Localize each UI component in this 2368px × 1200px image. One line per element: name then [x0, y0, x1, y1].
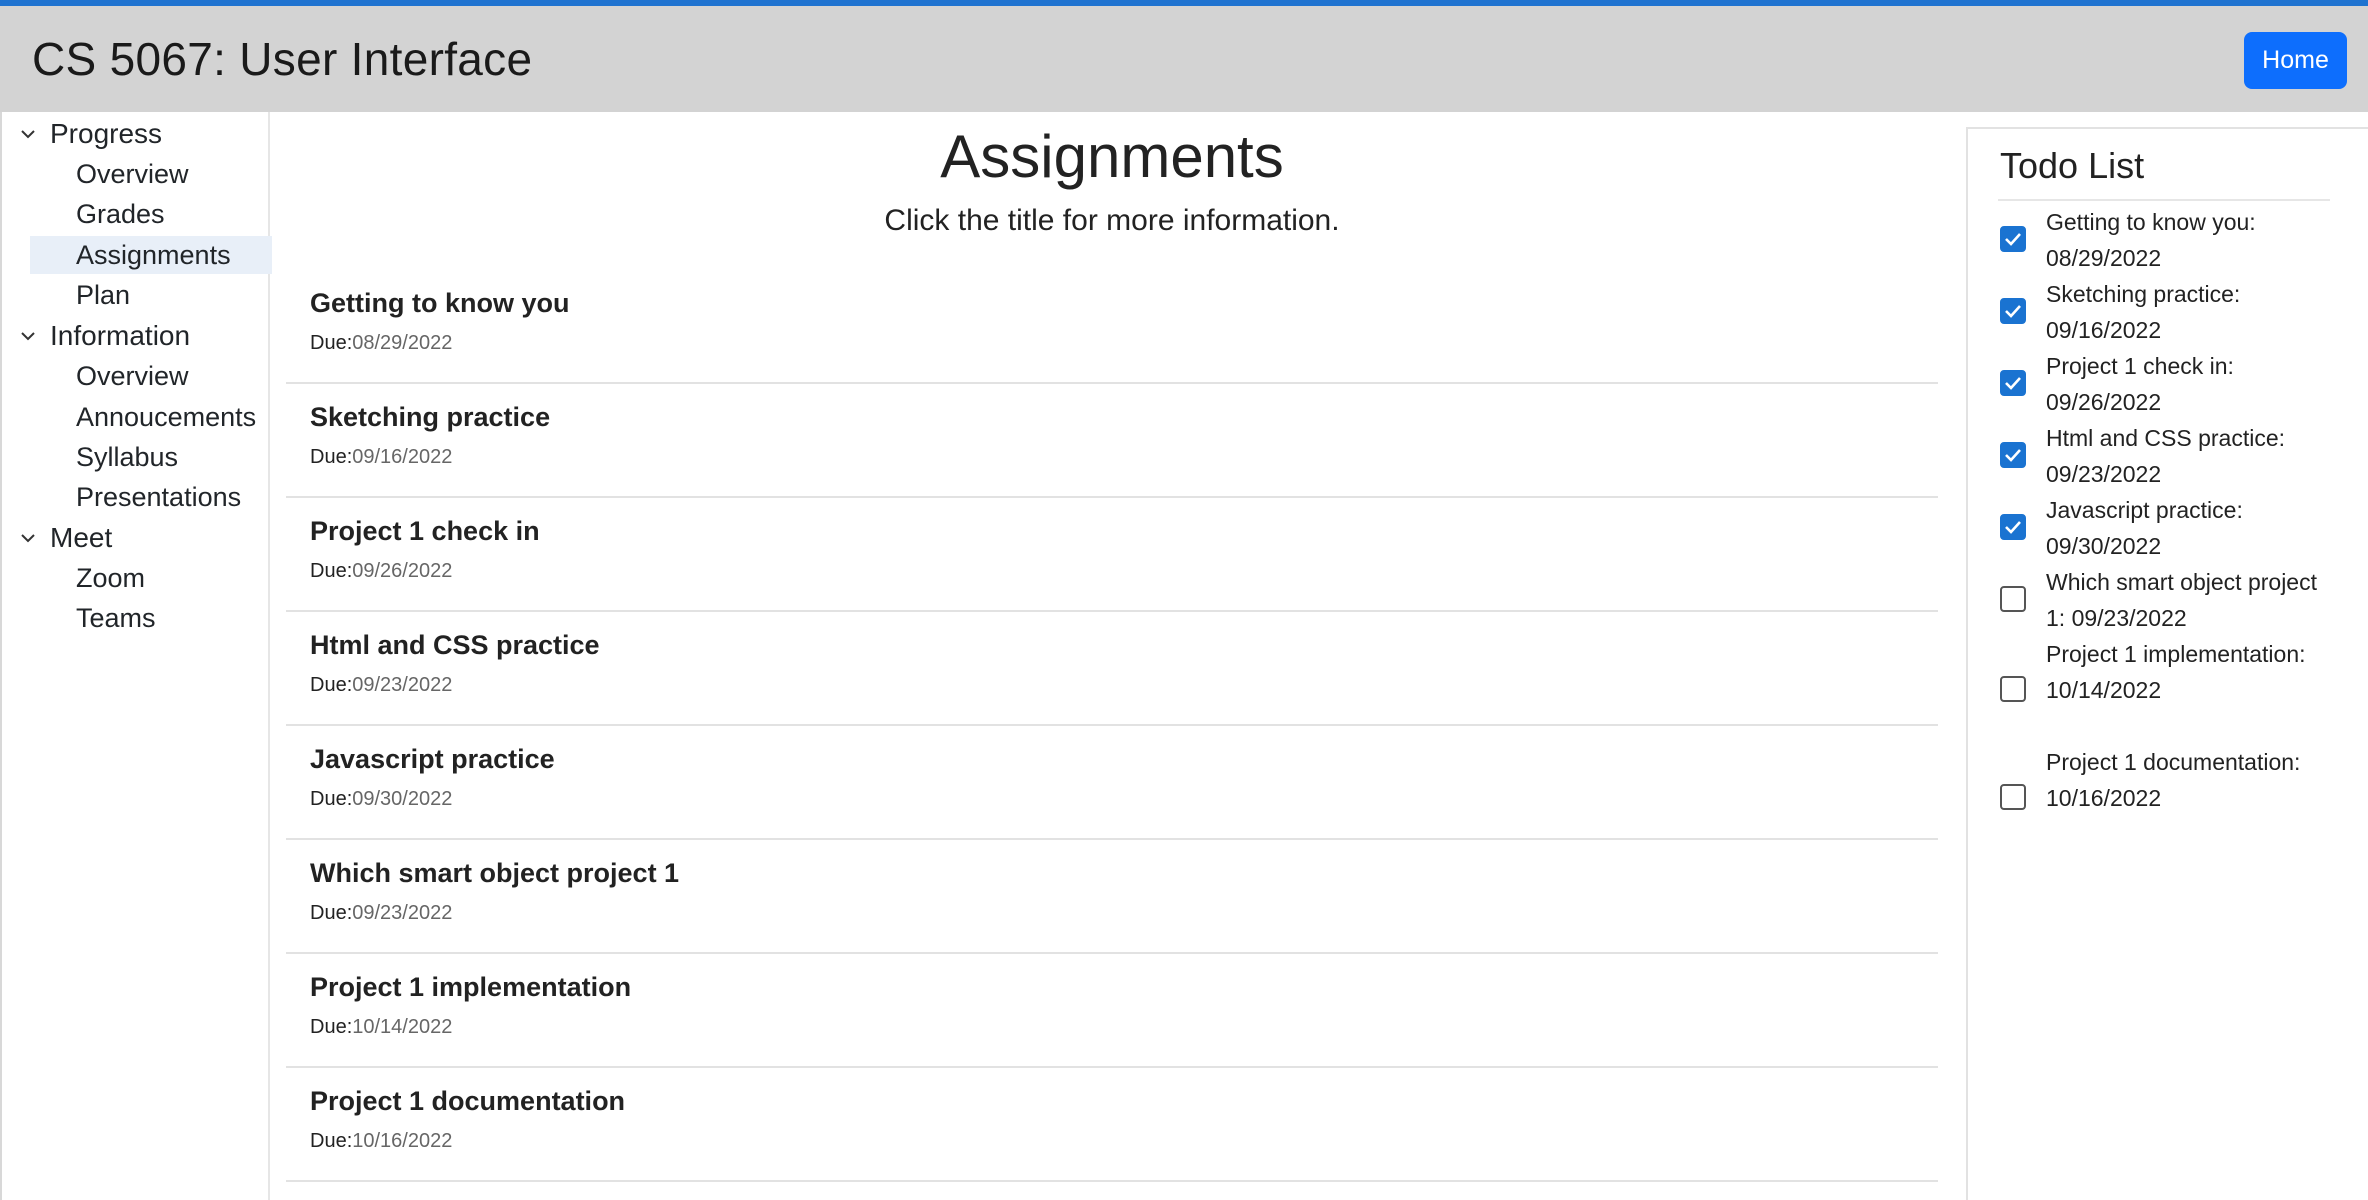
due-label: Due: [310, 332, 353, 354]
due-date: 10/14/2022 [352, 1016, 453, 1038]
todo-text: Project 1 check in: 09/26/2022 [2046, 353, 2234, 415]
assignment-due: Due:10/16/2022 [310, 1130, 452, 1153]
todo-checkbox[interactable] [2000, 370, 2026, 396]
assignment-title[interactable]: Javascript practice [310, 744, 555, 775]
due-date: 09/23/2022 [352, 902, 453, 924]
assignment-due: Due:09/16/2022 [310, 446, 452, 469]
todo-text: Which smart object project 1: 09/23/2022 [2046, 569, 2317, 631]
assignment-due: Due:10/14/2022 [310, 1016, 452, 1039]
todo-checkbox[interactable] [2000, 226, 2026, 252]
assignment-title[interactable]: Getting to know you [310, 288, 569, 319]
due-label: Due: [310, 1016, 353, 1038]
sidebar-nav: Progress Overview Grades Assignments Pla… [0, 112, 272, 1200]
home-button[interactable]: Home [2244, 32, 2347, 89]
todo-divider [1998, 199, 2330, 201]
assignment-row: Html and CSS practice Due:09/23/2022 [286, 614, 1938, 726]
assignment-list: Getting to know you Due:08/29/2022 Sketc… [286, 272, 1938, 1184]
nav-group-progress[interactable]: Progress [2, 114, 162, 154]
due-label: Due: [310, 674, 353, 696]
main-content: Assignments Click the title for more inf… [286, 112, 1938, 1200]
todo-checkbox[interactable] [2000, 586, 2026, 612]
page-title: Assignments [940, 123, 1284, 190]
due-label: Due: [310, 788, 353, 810]
due-label: Due: [310, 1130, 353, 1152]
due-date: 09/26/2022 [352, 560, 453, 582]
page-subtitle: Click the title for more information. [884, 204, 1340, 237]
assignment-title[interactable]: Sketching practice [310, 402, 550, 433]
assignment-row: Getting to know you Due:08/29/2022 [286, 272, 1938, 384]
nav-group-label: Progress [50, 118, 163, 149]
todo-title: Todo List [2000, 145, 2145, 186]
due-date: 08/29/2022 [352, 332, 453, 354]
todo-checkbox[interactable] [2000, 298, 2026, 324]
sidebar-item-announcements[interactable]: Annoucements [30, 398, 272, 436]
assignment-due: Due:09/23/2022 [310, 902, 452, 925]
todo-text: Sketching practice: 09/16/2022 [2046, 281, 2241, 343]
due-label: Due: [310, 446, 353, 468]
chevron-down-icon [18, 124, 38, 144]
due-label: Due: [310, 902, 353, 924]
sidebar-item-information-overview[interactable]: Overview [30, 357, 272, 395]
due-date: 09/30/2022 [352, 788, 453, 810]
sidebar-item-progress-overview[interactable]: Overview [30, 155, 272, 193]
check-icon [2005, 233, 2021, 246]
assignment-title[interactable]: Project 1 implementation [310, 972, 631, 1003]
assignment-title[interactable]: Html and CSS practice [310, 630, 600, 661]
check-icon [2005, 377, 2021, 390]
todo-text: Javascript practice: 09/30/2022 [2046, 497, 2243, 559]
check-icon [2005, 521, 2021, 534]
assignment-title[interactable]: Which smart object project 1 [310, 858, 679, 889]
sidebar-item-grades[interactable]: Grades [30, 195, 272, 233]
assignment-row: Project 1 check in Due:09/26/2022 [286, 500, 1938, 612]
todo-checkbox[interactable] [2000, 784, 2026, 810]
nav-group-label: Information [50, 320, 191, 351]
nav-group-label: Meet [50, 522, 113, 553]
assignment-due: Due:09/23/2022 [310, 674, 452, 697]
due-date: 09/16/2022 [352, 446, 453, 468]
chevron-down-icon [18, 528, 38, 548]
sidebar-item-presentations[interactable]: Presentations [30, 478, 272, 516]
todo-text: Getting to know you: 08/29/2022 [2046, 209, 2256, 271]
todo-text: Html and CSS practice: 09/23/2022 [2046, 425, 2286, 487]
assignment-row: Project 1 implementation Due:10/14/2022 [286, 956, 1938, 1068]
assignment-due: Due:08/29/2022 [310, 332, 452, 355]
sidebar-item-teams[interactable]: Teams [30, 599, 272, 637]
sidebar-item-plan[interactable]: Plan [30, 276, 272, 314]
sidebar-item-zoom[interactable]: Zoom [30, 559, 272, 597]
assignment-row: Javascript practice Due:09/30/2022 [286, 728, 1938, 840]
nav-group-meet[interactable]: Meet [2, 518, 112, 558]
todo-checkbox[interactable] [2000, 676, 2026, 702]
assignment-title[interactable]: Project 1 documentation [310, 1086, 625, 1117]
todo-checkbox[interactable] [2000, 442, 2026, 468]
due-date: 10/16/2022 [352, 1130, 453, 1152]
check-icon [2005, 449, 2021, 462]
nav-group-information[interactable]: Information [2, 316, 190, 356]
due-date: 09/23/2022 [352, 674, 453, 696]
assignment-row: Project 1 documentation Due:10/16/2022 [286, 1070, 1938, 1182]
assignment-row: Sketching practice Due:09/16/2022 [286, 386, 1938, 498]
sidebar-item-assignments[interactable]: Assignments [30, 236, 272, 274]
assignment-title[interactable]: Project 1 check in [310, 516, 540, 547]
app-header: CS 5067: User Interface Home [0, 6, 2368, 112]
assignment-due: Due:09/26/2022 [310, 560, 452, 583]
assignment-row: Which smart object project 1 Due:09/23/2… [286, 842, 1938, 954]
due-label: Due: [310, 560, 353, 582]
todo-text: Project 1 implementation: 10/14/2022 [2046, 641, 2306, 703]
todo-checkbox[interactable] [2000, 514, 2026, 540]
app-title: CS 5067: User Interface [32, 33, 533, 85]
chevron-down-icon [18, 326, 38, 346]
sidebar-item-syllabus[interactable]: Syllabus [30, 438, 272, 476]
check-icon [2005, 305, 2021, 318]
todo-text: Project 1 documentation: 10/16/2022 [2046, 749, 2301, 811]
todo-panel: Todo List Getting to know you: 08/29/202… [1966, 127, 2368, 1200]
assignment-due: Due:09/30/2022 [310, 788, 452, 811]
